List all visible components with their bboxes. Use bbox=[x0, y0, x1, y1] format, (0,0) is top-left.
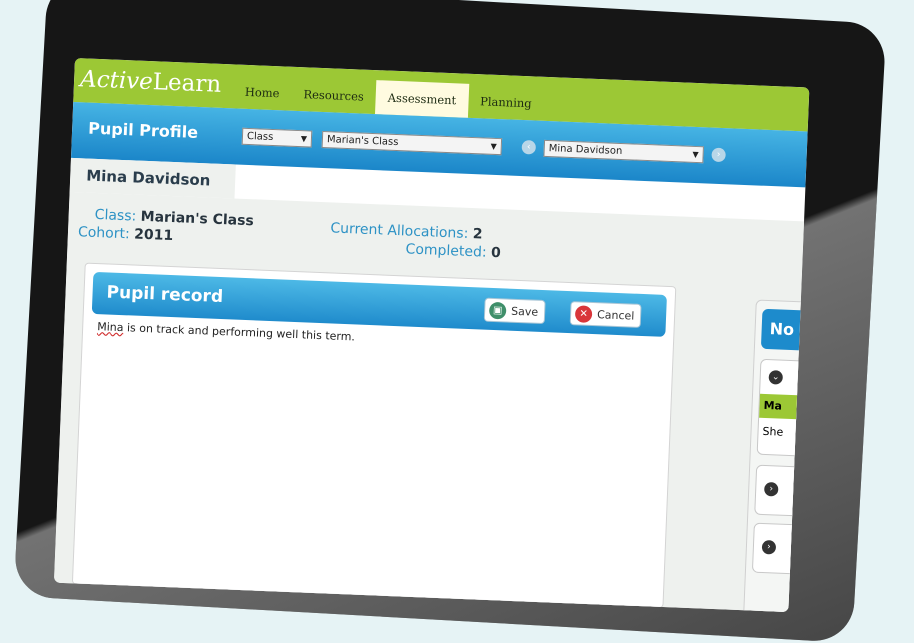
chevron-right-icon[interactable]: › bbox=[711, 147, 726, 163]
chevron-right-icon[interactable]: › bbox=[761, 539, 777, 555]
pupil-select[interactable]: Mina Davidson ▼ bbox=[543, 139, 704, 164]
chevron-left-icon[interactable]: ‹ bbox=[521, 140, 537, 155]
chevron-down-icon: ▼ bbox=[692, 149, 699, 160]
save-button[interactable]: ▣ Save bbox=[483, 297, 546, 325]
nav-planning[interactable]: Planning bbox=[468, 84, 545, 121]
class-select[interactable]: Marian's Class ▼ bbox=[321, 130, 503, 156]
save-icon: ▣ bbox=[488, 301, 507, 320]
app-screen: ActiveLearn Home Resources Assessment Pl… bbox=[53, 58, 810, 613]
pupil-record-textarea[interactable]: Mina is on track and performing well thi… bbox=[97, 320, 355, 343]
completed-info: Completed: 0 bbox=[405, 241, 502, 262]
pupil-profile-title: Pupil Profile bbox=[87, 118, 199, 142]
nav-assessment[interactable]: Assessment bbox=[375, 80, 469, 118]
pupil-record-panel: Pupil record ▣ Save ✕ Cancel Mina is on … bbox=[71, 262, 677, 609]
chevron-right-icon[interactable]: › bbox=[763, 482, 779, 497]
filter-type-select[interactable]: Class ▼ bbox=[241, 127, 313, 148]
pupil-record-title: Pupil record bbox=[106, 282, 224, 308]
nav-home[interactable]: Home bbox=[232, 74, 292, 110]
chevron-down-icon[interactable]: ⌄ bbox=[768, 370, 784, 385]
cohort-info: Cohort: 2011 bbox=[77, 224, 174, 245]
cancel-icon: ✕ bbox=[574, 305, 593, 323]
nav-resources[interactable]: Resources bbox=[291, 77, 377, 114]
chevron-down-icon: ▼ bbox=[300, 134, 308, 144]
chevron-down-icon: ▼ bbox=[490, 141, 497, 151]
allocations-info: Current Allocations: 2 bbox=[330, 220, 483, 243]
cancel-button[interactable]: ✕ Cancel bbox=[569, 301, 642, 328]
profile-content: Class: Marian's Class Cohort: 2011 Curre… bbox=[53, 191, 810, 613]
